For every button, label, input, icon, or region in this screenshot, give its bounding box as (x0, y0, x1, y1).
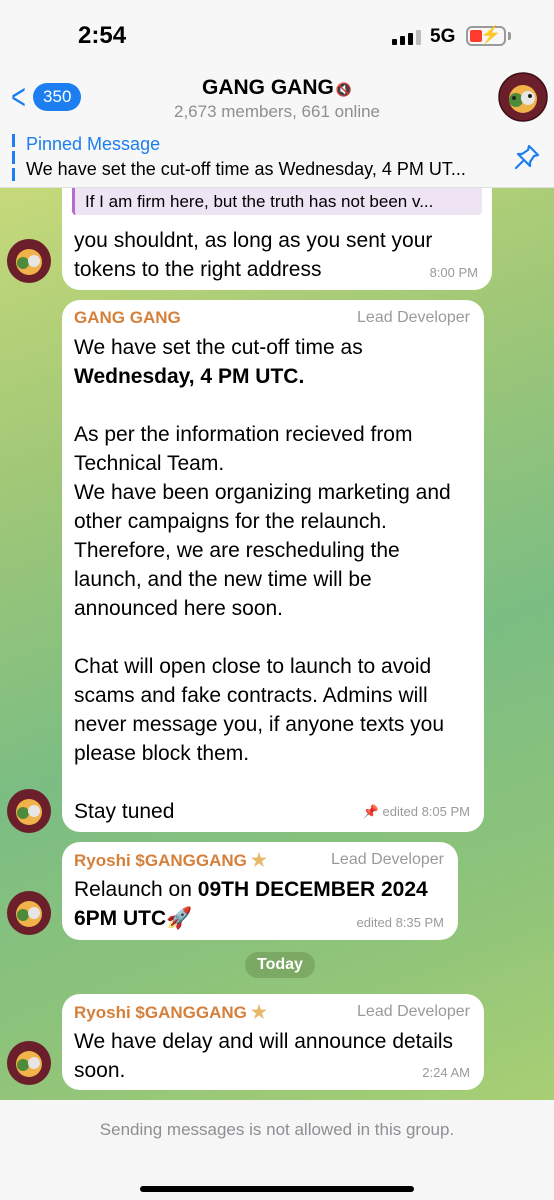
muted-icon: 🔇 (335, 82, 353, 97)
message-text: We have delay and will announce details … (74, 1030, 454, 1082)
sender-name[interactable]: GANG GANG (74, 308, 181, 328)
network-label: 5G (430, 26, 456, 47)
message-time: edited 8:05 PM (382, 804, 470, 819)
message-bubble[interactable]: GANG GANG Lead Developer We have set the… (62, 300, 484, 832)
battery-cap (508, 32, 511, 40)
message-time: edited 8:35 PM (356, 915, 444, 930)
message-meta: 📌 edited 8:05 PM (363, 804, 470, 820)
sender-role-tag: Lead Developer (357, 309, 470, 326)
pinned-message-icon: 📌 (362, 804, 379, 819)
battery-icon: ⚡ (466, 25, 506, 46)
rocket-emoji: 🚀 (166, 907, 193, 930)
sender-role-tag: Lead Developer (357, 1003, 470, 1020)
sender-avatar[interactable] (6, 238, 52, 284)
status-bar: 2:54 5G ⚡ (0, 0, 554, 72)
charging-bolt-icon: ⚡ (480, 25, 502, 44)
pinned-text: We have set the cut-off time as Wednesda… (26, 159, 466, 179)
composer-disabled-bar: Sending messages is not allowed in this … (0, 1100, 554, 1200)
star-icon: ★ (250, 1002, 267, 1022)
status-time: 2:54 (78, 22, 127, 49)
group-avatar[interactable] (498, 72, 548, 122)
sender-avatar[interactable] (6, 788, 52, 834)
chat-header: < 350 GANG GANG 🔇 2,673 members, 661 onli… (0, 72, 554, 128)
date-separator: Today (245, 952, 315, 978)
cellular-signal-icon (392, 30, 421, 45)
chat-title[interactable]: GANG GANG 🔇 (0, 76, 554, 100)
sender-role-tag: Lead Developer (331, 851, 444, 868)
star-icon: ★ (250, 850, 267, 870)
chat-title-text: GANG GANG (201, 76, 334, 99)
sender-name[interactable]: Ryoshi $GANGGANG ★ (74, 850, 267, 871)
sender-avatar[interactable] (6, 890, 52, 936)
pinned-message-bar[interactable]: Pinned Message We have set the cut-off t… (0, 128, 554, 188)
message-bubble[interactable]: If I am firm here, but the truth has not… (62, 188, 492, 290)
reply-quote-text: If I am firm here, but the truth has not… (85, 192, 434, 211)
message-bubble[interactable]: Ryoshi $GANGGANG ★ Lead Developer We have… (62, 994, 484, 1090)
reply-quote[interactable]: If I am firm here, but the truth has not… (72, 188, 482, 215)
message-time: 2:24 AM (422, 1065, 470, 1080)
home-indicator[interactable] (140, 1186, 414, 1192)
sender-avatar[interactable] (6, 1040, 52, 1086)
sender-name[interactable]: Ryoshi $GANGGANG ★ (74, 1002, 267, 1023)
pinned-label: Pinned Message (26, 134, 161, 154)
chat-message-area[interactable]: If I am firm here, but the truth has not… (0, 188, 554, 1100)
message-text: you shouldnt, as long as you sent your t… (74, 229, 433, 281)
members-status: 2,673 members, 661 online (173, 102, 381, 121)
message-bubble[interactable]: Ryoshi $GANGGANG ★ Lead Developer Relaunc… (62, 842, 458, 940)
message-text: We have set the cut-off time as Wednesda… (74, 336, 451, 823)
pinned-indicator (12, 134, 15, 182)
message-time: 8:00 PM (429, 265, 478, 280)
pin-list-icon[interactable] (512, 142, 542, 172)
sending-disabled-notice: Sending messages is not allowed in this … (99, 1120, 455, 1139)
